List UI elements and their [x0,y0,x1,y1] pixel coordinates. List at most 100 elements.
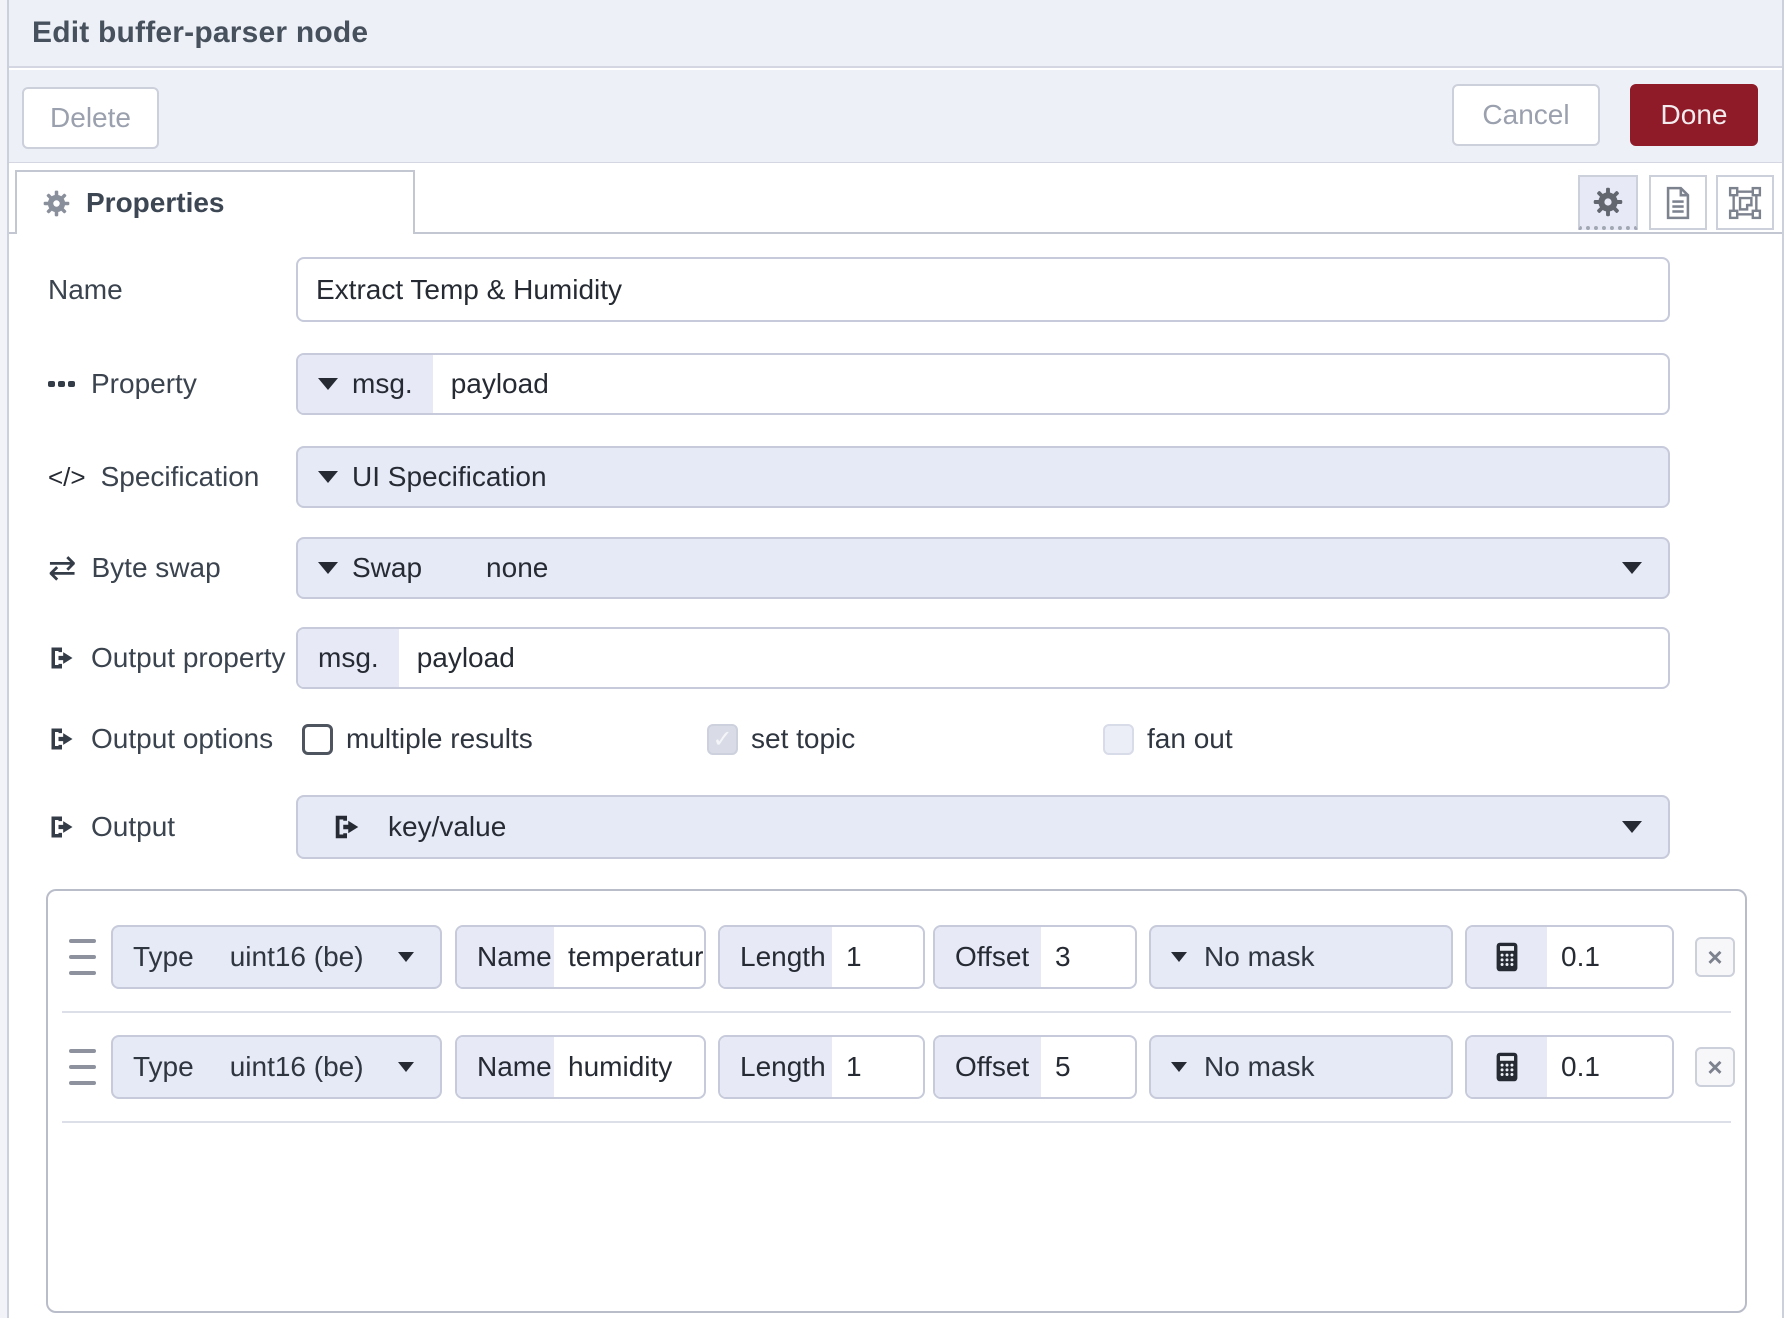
name-input[interactable] [316,274,1668,306]
item-scale-input[interactable] [1561,941,1672,973]
fan-out-checkbox[interactable] [1103,724,1134,755]
item-length-field: Length [718,1035,925,1099]
byte-swap-type-button[interactable]: Swap none [298,539,568,597]
specification-label-wrap: </> Specification [48,446,259,508]
name-label: Name [48,274,123,306]
tab-properties[interactable]: Properties [15,170,415,234]
output-property-label-wrap: Output property [48,627,286,689]
form-row-name: Name [9,257,1782,322]
item-name-input[interactable] [568,1051,704,1083]
item-length-input[interactable] [846,941,923,973]
name-input-box [296,257,1670,322]
drag-handle-icon[interactable] [69,1049,96,1085]
chevron-down-icon [318,471,338,483]
dialog-title: Edit buffer-parser node [9,16,368,50]
output-options-label-wrap: Output options [48,713,273,765]
fan-out-option: fan out [1103,713,1233,765]
calculator-icon [1467,927,1547,987]
gear-icon [1593,187,1623,217]
output-property-typedinput: msg. [296,627,1670,689]
item-scale-field [1465,1035,1674,1099]
dialog-toolbar: Delete Cancel Done [9,70,1782,163]
output-property-type-button[interactable]: msg. [298,629,399,687]
item-name-input[interactable] [568,941,704,973]
set-topic-label: set topic [751,723,855,755]
document-icon [1663,186,1693,220]
specification-field-wrap: UI Specification [296,446,1670,508]
ellipsis-icon [48,379,76,389]
item-scale-field [1465,925,1674,989]
item-offset-input[interactable] [1055,941,1135,973]
check-icon: ✓ [712,725,732,754]
tray-left-gutter [0,0,7,1318]
property-label-wrap: Property [48,353,197,415]
property-type-label: msg. [352,368,413,400]
name-field-wrap [296,257,1670,322]
item-mask-value: No mask [1204,941,1314,973]
appearance-icon [1728,186,1762,220]
item-mask-select[interactable]: No mask [1149,1035,1453,1099]
item-offset-prefix: Offset [935,1037,1041,1097]
description-pane-button[interactable] [1649,175,1707,230]
chevron-down-icon [318,378,338,390]
name-label-wrap: Name [48,257,123,322]
remove-icon: × [1707,1052,1722,1083]
specification-value: UI Specification [352,461,547,493]
form-row-property: Property msg. [9,353,1782,415]
drag-handle-icon[interactable] [69,939,96,975]
item-type-select[interactable]: Type uint16 (be) [111,925,442,989]
sign-out-icon [48,725,76,753]
output-select-inner: key/value [298,797,526,857]
item-mask-select[interactable]: No mask [1149,925,1453,989]
parser-item-row: Type uint16 (be) Name Length Offset [48,1035,1745,1099]
byte-swap-select[interactable]: Swap none [296,537,1670,599]
remove-item-button[interactable]: × [1695,1047,1735,1087]
output-property-type-label: msg. [318,642,379,674]
output-options-label: Output options [91,723,273,755]
item-type-select[interactable]: Type uint16 (be) [111,1035,442,1099]
chevron-down-icon [1622,562,1642,574]
property-type-button[interactable]: msg. [298,355,433,413]
form-row-output-options: Output options multiple results ✓ set to… [9,713,1782,765]
output-property-input[interactable] [417,642,1668,674]
output-property-label: Output property [91,642,286,674]
remove-item-button[interactable]: × [1695,937,1735,977]
multiple-results-label: multiple results [346,723,533,755]
property-input[interactable] [451,368,1668,400]
chevron-down-icon [1171,1062,1187,1072]
form-row-byte-swap: ⇄ Byte swap Swap none [9,537,1782,599]
appearance-pane-button[interactable] [1716,175,1774,230]
dialog-header: Edit buffer-parser node [9,0,1782,68]
set-topic-checkbox[interactable]: ✓ [707,724,738,755]
tab-bar: Properties [9,164,1782,234]
item-offset-field: Offset [933,1035,1137,1099]
properties-pane-button[interactable] [1578,175,1638,230]
byte-swap-field-wrap: Swap none [296,537,1670,599]
output-select[interactable]: key/value [296,795,1670,859]
row-divider [62,1121,1731,1123]
fan-out-label: fan out [1147,723,1233,755]
item-offset-input[interactable] [1055,1051,1135,1083]
property-typedinput: msg. [296,353,1670,415]
item-type-value: uint16 (be) [230,1051,364,1083]
set-topic-option: ✓ set topic [707,713,855,765]
specification-select[interactable]: UI Specification [296,446,1670,508]
item-scale-input[interactable] [1561,1051,1672,1083]
item-length-input[interactable] [846,1051,923,1083]
form-row-output: Output key/value [9,795,1782,859]
done-button[interactable]: Done [1630,84,1758,146]
byte-swap-label: Byte swap [92,552,221,584]
byte-swap-value: none [486,552,548,584]
cancel-button[interactable]: Cancel [1452,84,1600,146]
item-type-value: uint16 (be) [230,941,364,973]
delete-button[interactable]: Delete [22,87,159,149]
form-row-output-property: Output property msg. [9,627,1782,689]
sign-out-icon [48,813,76,841]
item-length-prefix: Length [720,1037,832,1097]
specification-type-button[interactable]: UI Specification [298,448,567,506]
output-field-wrap: key/value [296,795,1670,859]
output-property-field-wrap: msg. [296,627,1670,689]
multiple-results-checkbox[interactable] [302,724,333,755]
output-label-wrap: Output [48,795,175,859]
output-value: key/value [388,811,506,843]
